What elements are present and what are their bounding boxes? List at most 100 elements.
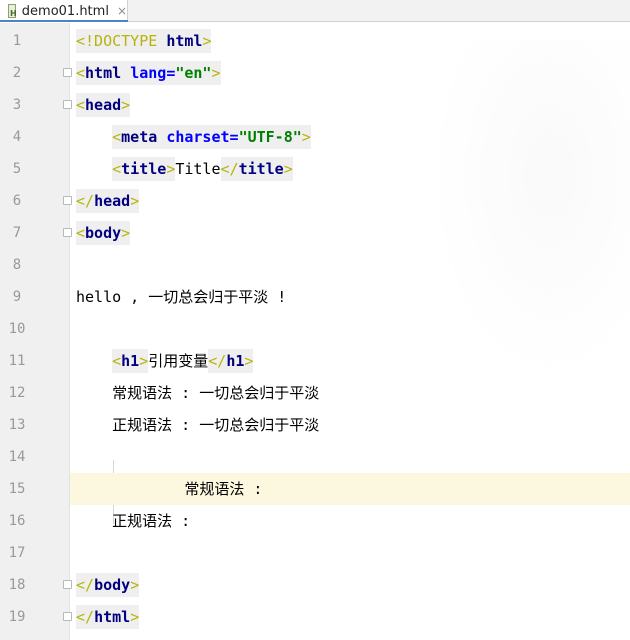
token-punct: < — [76, 29, 86, 53]
active-tab-indicator — [0, 20, 128, 22]
line-number: 9 — [12, 289, 22, 305]
token-punct: > — [283, 157, 293, 181]
line-number: 16 — [8, 513, 26, 529]
code-line[interactable]: <html lang="en"> — [70, 57, 630, 89]
token-punct: </ — [220, 157, 239, 181]
code-line[interactable]: <h1>引用变量</h1> — [70, 345, 630, 377]
line-number: 7 — [12, 225, 22, 241]
token-attr: charset — [166, 125, 230, 149]
tab-demo01-html[interactable]: demo01.html × — [0, 0, 128, 22]
token-tname: html — [85, 61, 131, 85]
code-line[interactable]: 常规语法 : — [70, 473, 630, 505]
code-line[interactable]: </body> — [70, 569, 630, 601]
code-line[interactable]: 正规语法 : 一切总会归于平淡 — [70, 409, 630, 441]
line-number: 14 — [8, 449, 26, 465]
code-text: <head> — [76, 89, 131, 121]
code-text: <html lang="en"> — [76, 57, 221, 89]
token-punct: < — [112, 157, 122, 181]
line-number-gutter: 1 2 3 4 5 6 7 8 9 10 11 12 13 14 15 16 17 18 19 — [0, 23, 72, 640]
line-number: 19 — [8, 609, 26, 625]
token-cjk: 常规语法 — [112, 384, 173, 402]
token-punct: > — [139, 349, 149, 373]
token-txt: : — [172, 512, 191, 530]
line-number: 12 — [8, 385, 26, 401]
line-number: 2 — [12, 65, 22, 81]
token-tname: body — [85, 221, 122, 245]
token-txt: : — [244, 480, 263, 498]
token-punct: > — [130, 573, 140, 597]
code-text: <h1>引用变量</h1> — [76, 345, 254, 377]
code-editor[interactable]: <!DOCTYPE html> <html lang="en"> <head> <m… — [70, 23, 630, 640]
code-line[interactable]: <!DOCTYPE html> — [70, 25, 630, 57]
code-line[interactable]: 正规语法 : — [70, 505, 630, 537]
token-punct: > — [301, 125, 311, 149]
token-punct: < — [76, 93, 86, 117]
token-tname: title — [238, 157, 284, 181]
code-line[interactable]: hello , 一切总会归于平淡 ! — [70, 281, 630, 313]
line-number: 6 — [12, 193, 22, 209]
token-cjk: 一切总会归于平淡 — [199, 384, 320, 402]
token-cjk: 一切总会归于平淡 — [148, 288, 269, 306]
code-line[interactable]: </head> — [70, 185, 630, 217]
token-cjk: 引用变量 — [148, 352, 209, 370]
line-number: 15 — [8, 481, 26, 497]
token-punct: > — [211, 61, 221, 85]
line-number: 5 — [12, 161, 22, 177]
line-number: 11 — [8, 353, 26, 369]
line-number: 1 — [12, 33, 22, 49]
token-punct: > — [121, 221, 131, 245]
code-text: 正规语法 : — [76, 505, 190, 537]
token-txt: : — [172, 416, 200, 434]
code-line[interactable] — [70, 249, 630, 281]
token-cjk: 常规语法 — [184, 480, 245, 498]
line-number: 8 — [12, 257, 22, 273]
code-text: <!DOCTYPE html> — [76, 25, 212, 57]
code-line[interactable]: <head> — [70, 89, 630, 121]
line-number: 3 — [12, 97, 22, 113]
code-line[interactable]: <body> — [70, 217, 630, 249]
code-text: <body> — [76, 217, 131, 249]
token-punct: < — [76, 61, 86, 85]
code-line[interactable]: 常规语法 : 一切总会归于平淡 — [70, 377, 630, 409]
token-tname: head — [85, 93, 122, 117]
token-cjk: 一切总会归于平淡 — [199, 416, 320, 434]
line-number: 10 — [8, 321, 26, 337]
code-line[interactable]: <title>Title</title> — [70, 153, 630, 185]
token-tname: h1 — [121, 349, 140, 373]
token-attr: = — [166, 61, 176, 85]
token-punct: </ — [76, 189, 95, 213]
code-line[interactable] — [70, 441, 630, 473]
close-tab-icon[interactable]: × — [117, 4, 127, 18]
line-number: 13 — [8, 417, 26, 433]
token-punct: </ — [208, 349, 227, 373]
code-text: 常规语法 : 一切总会归于平淡 — [76, 377, 319, 409]
token-tname: body — [94, 573, 131, 597]
code-text: 常规语法 : — [76, 473, 262, 505]
code-line[interactable]: </html> — [70, 601, 630, 633]
token-punct: > — [166, 157, 176, 181]
code-line[interactable] — [70, 313, 630, 345]
token-txt: hello , — [76, 288, 149, 306]
token-tname: meta — [121, 125, 167, 149]
code-text: <meta charset="UTF-8"> — [76, 121, 311, 153]
token-aval: "en" — [175, 61, 212, 85]
code-text: hello , 一切总会归于平淡 ! — [76, 281, 286, 313]
token-punct: < — [112, 349, 122, 373]
token-punct: > — [130, 605, 140, 629]
code-line[interactable]: <meta charset="UTF-8"> — [70, 121, 630, 153]
token-attr: = — [229, 125, 239, 149]
token-doct: !DOCTYPE — [85, 29, 167, 53]
token-punct: > — [202, 29, 212, 53]
token-txt: Title — [175, 160, 221, 178]
token-tname: html — [166, 29, 203, 53]
line-number: 18 — [8, 577, 26, 593]
code-line[interactable] — [70, 537, 630, 569]
code-text: </html> — [76, 601, 140, 633]
token-punct: > — [121, 93, 131, 117]
